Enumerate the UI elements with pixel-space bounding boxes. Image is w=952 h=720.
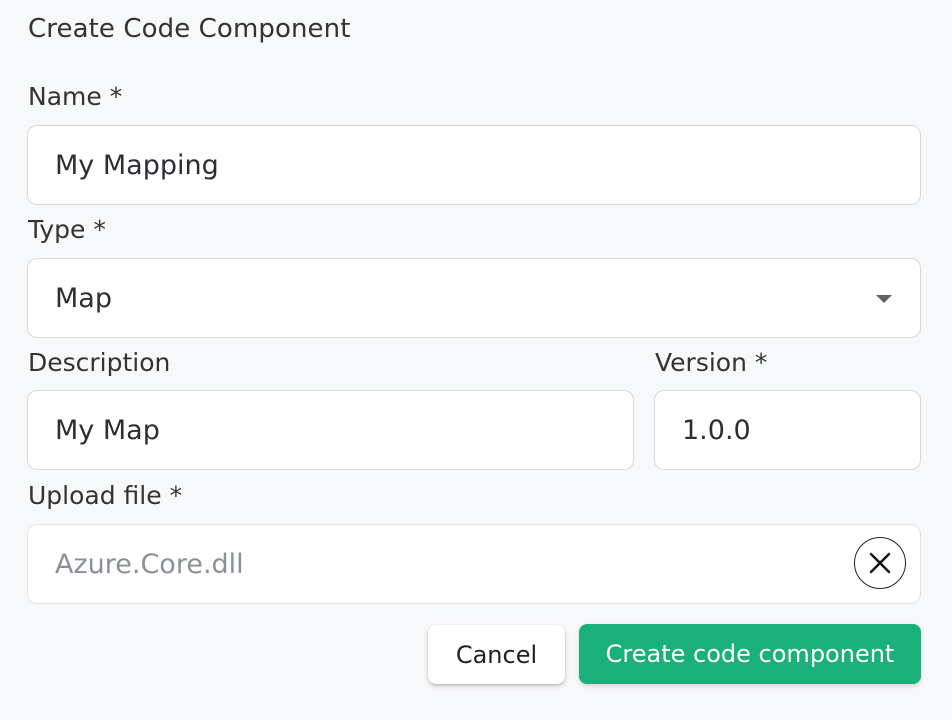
clear-file-button[interactable] xyxy=(854,537,906,589)
upload-file-label: Upload file * xyxy=(28,481,183,510)
name-input-value: My Mapping xyxy=(55,149,219,181)
upload-file-field[interactable]: Azure.Core.dll xyxy=(27,524,921,604)
version-input-value: 1.0.0 xyxy=(682,414,751,446)
type-select[interactable]: Map xyxy=(27,258,921,338)
dialog-title: Create Code Component xyxy=(28,14,351,44)
version-label: Version * xyxy=(655,348,768,377)
upload-file-name: Azure.Core.dll xyxy=(55,548,244,580)
description-input-value: My Map xyxy=(55,414,160,446)
type-label: Type * xyxy=(28,215,106,244)
name-input[interactable]: My Mapping xyxy=(27,125,921,205)
cancel-button[interactable]: Cancel xyxy=(428,625,565,684)
description-label: Description xyxy=(28,348,171,377)
caret-down-icon xyxy=(876,295,892,303)
create-code-component-button[interactable]: Create code component xyxy=(579,624,921,684)
type-select-value: Map xyxy=(55,282,112,314)
name-label: Name * xyxy=(28,82,123,111)
description-input[interactable]: My Map xyxy=(27,390,634,470)
close-icon xyxy=(869,552,891,574)
version-input[interactable]: 1.0.0 xyxy=(654,390,921,470)
